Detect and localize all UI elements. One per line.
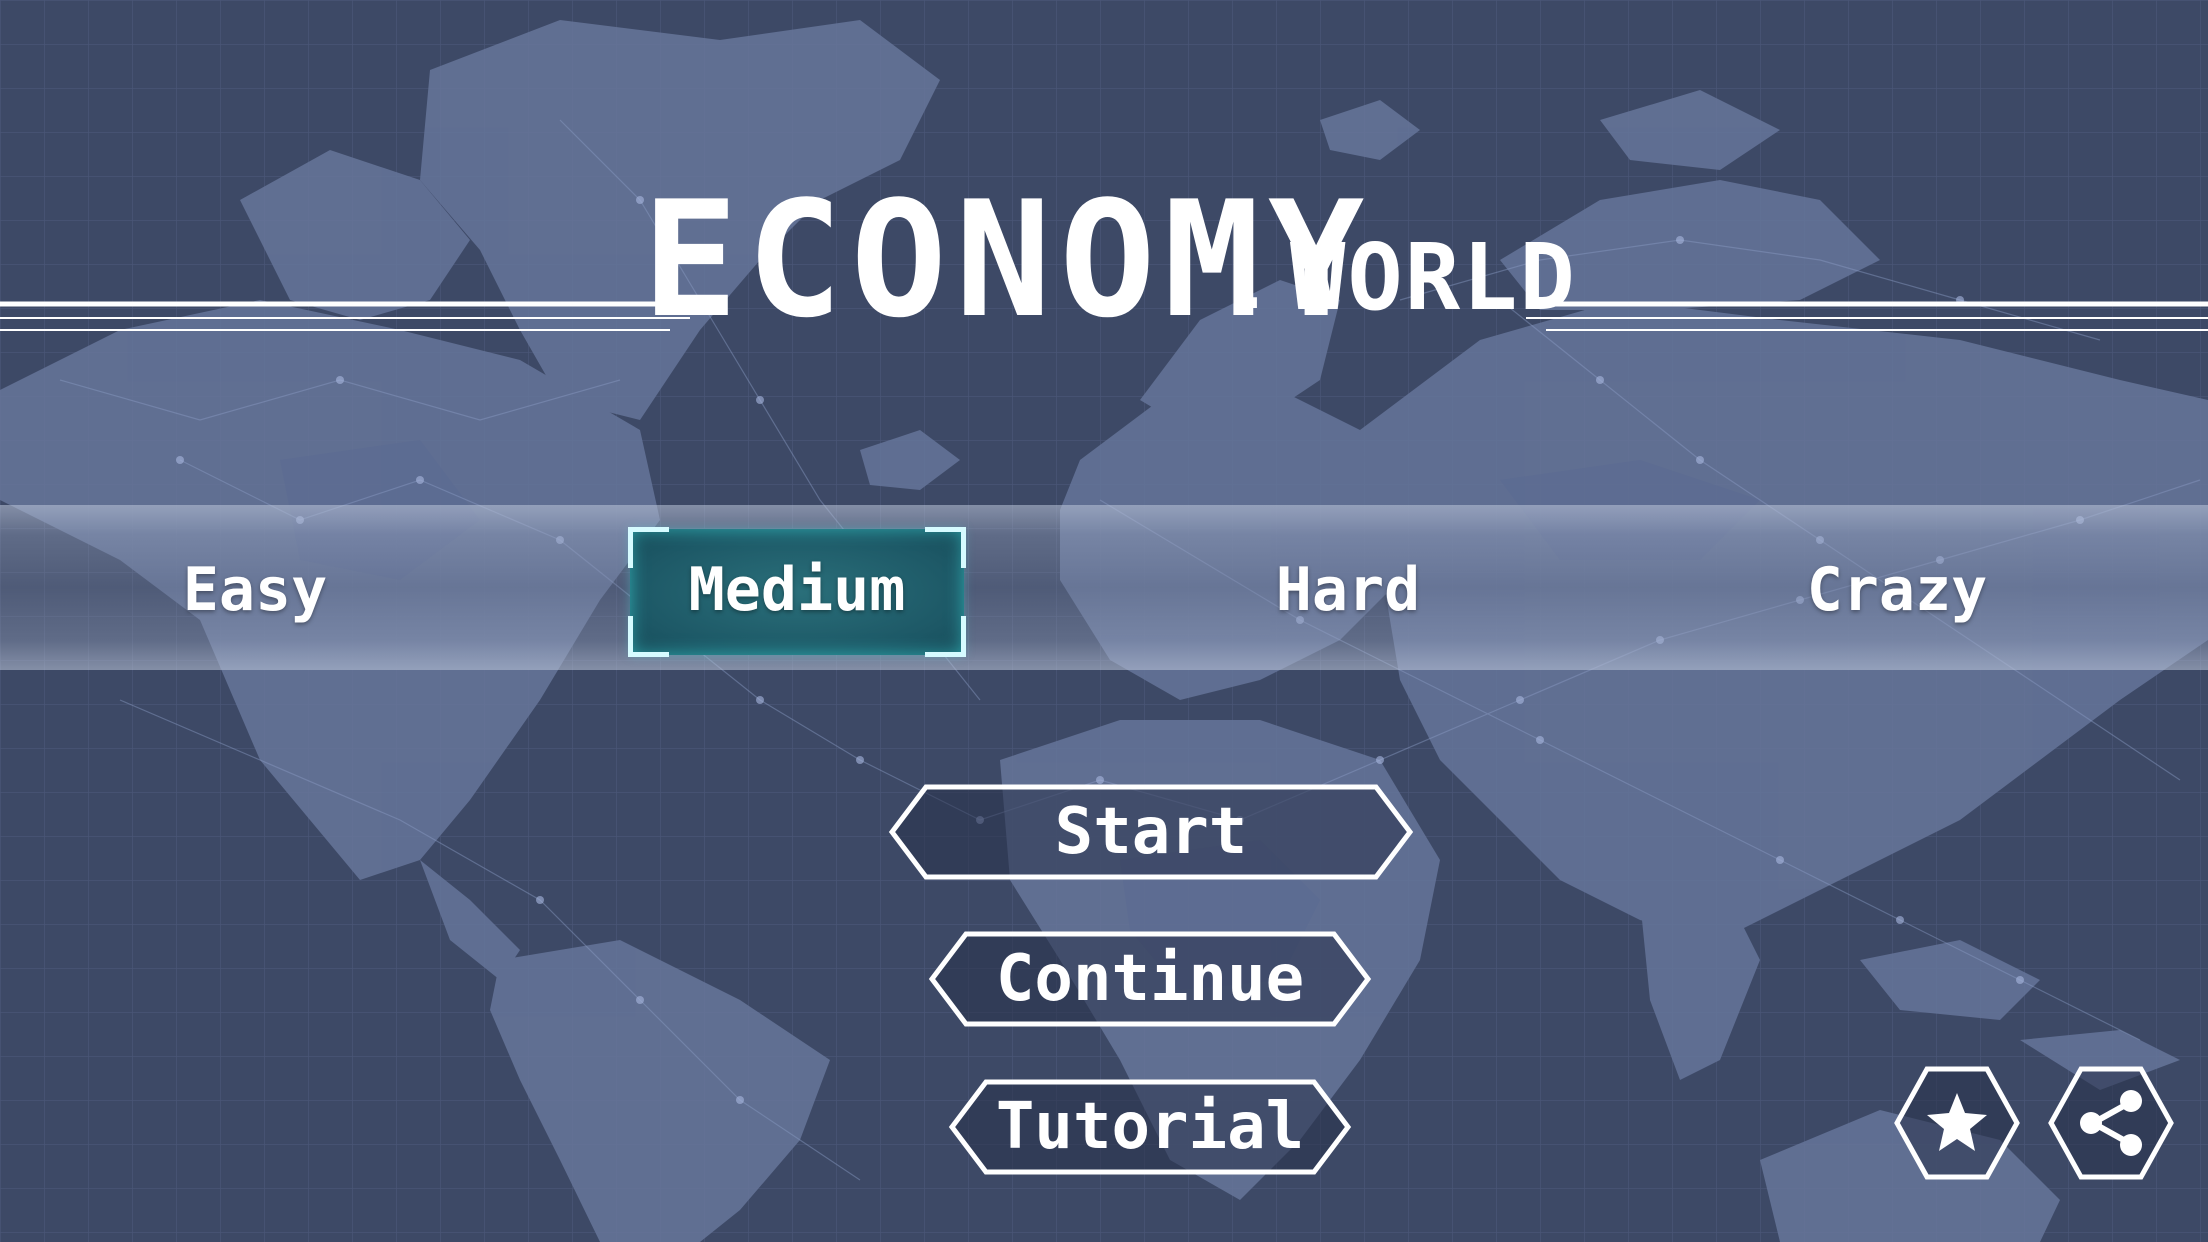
selection-corner <box>925 616 966 657</box>
continue-button-label: Continue <box>995 942 1305 1016</box>
title-decorative-lines <box>0 301 2208 331</box>
tutorial-button-label: Tutorial <box>995 1090 1305 1164</box>
start-button-label: Start <box>1054 795 1248 869</box>
start-button[interactable]: Start <box>888 783 1414 881</box>
tutorial-button[interactable]: Tutorial <box>948 1078 1352 1176</box>
selection-corner <box>628 527 669 568</box>
rate-button[interactable] <box>1893 1063 2021 1183</box>
selection-corner <box>628 616 669 657</box>
difficulty-selector: Easy Medium Hard Crazy <box>0 505 2208 670</box>
selection-corner <box>925 527 966 568</box>
difficulty-medium-label: Medium <box>688 555 906 625</box>
difficulty-medium-selected[interactable]: Medium <box>628 527 966 657</box>
star-icon <box>1894 1066 2020 1180</box>
share-button[interactable] <box>2047 1063 2175 1183</box>
difficulty-crazy[interactable]: Crazy <box>1732 545 2062 635</box>
continue-button[interactable]: Continue <box>928 930 1372 1028</box>
difficulty-hard[interactable]: Hard <box>1183 545 1513 635</box>
share-icon <box>2048 1066 2174 1180</box>
difficulty-easy[interactable]: Easy <box>90 545 420 635</box>
